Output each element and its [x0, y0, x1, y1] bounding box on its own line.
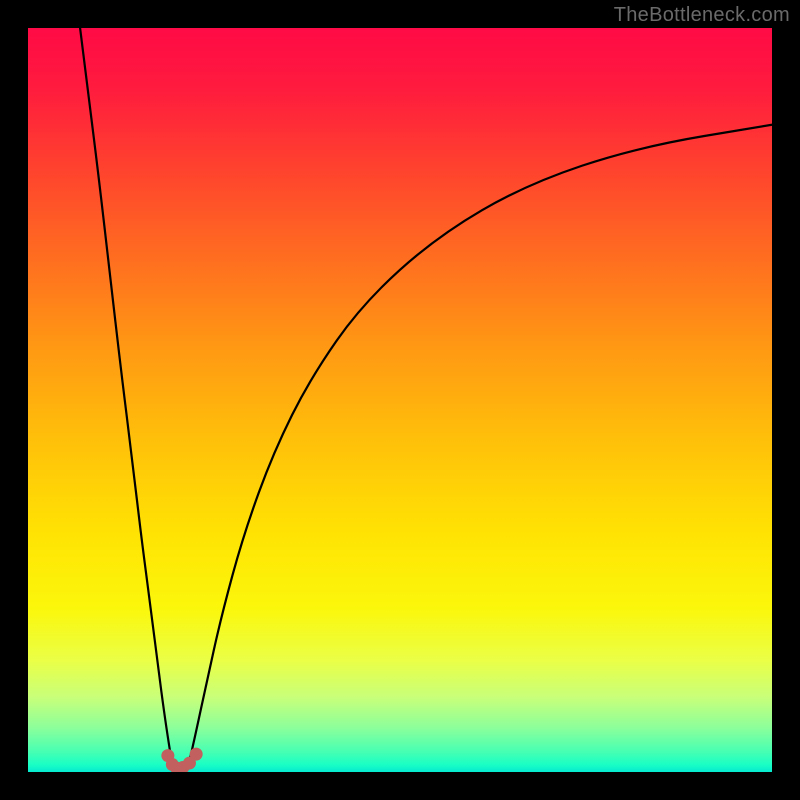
watermark-text: TheBottleneck.com — [614, 4, 790, 27]
curve-layer — [28, 28, 772, 772]
left-branch-curve — [80, 28, 172, 761]
plot-area — [28, 28, 772, 772]
cluster-dot — [190, 748, 203, 761]
bottom-dot-cluster — [161, 748, 202, 772]
curve-group — [80, 28, 772, 768]
right-branch-curve — [189, 125, 772, 761]
outer-frame: TheBottleneck.com — [0, 0, 800, 800]
